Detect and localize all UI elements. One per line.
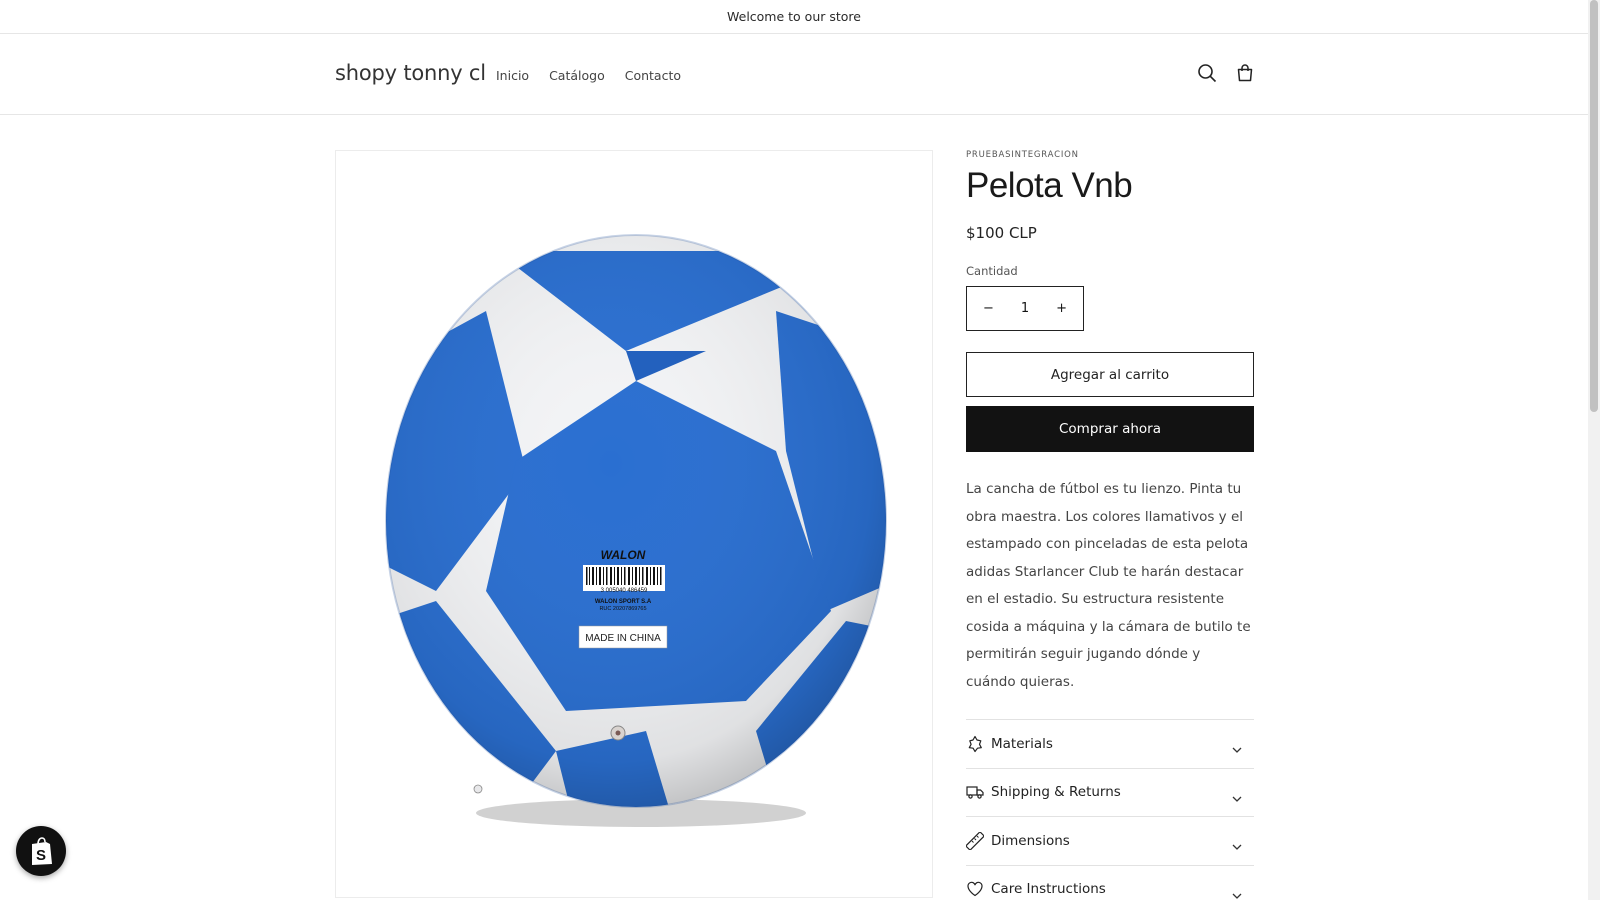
cart-icon[interactable] <box>1234 62 1256 84</box>
quantity-increase-button[interactable]: + <box>1056 301 1067 316</box>
buy-now-button[interactable]: Comprar ahora <box>966 406 1254 452</box>
store-logo[interactable]: shopy tonny cl <box>335 61 486 85</box>
shopify-bag-icon[interactable]: S <box>16 826 66 876</box>
accordion-materials[interactable]: Materials <box>966 720 1254 769</box>
accordion-care-instructions[interactable]: Care Instructions <box>966 866 1254 900</box>
add-to-cart-button[interactable]: Agregar al carrito <box>966 352 1254 397</box>
main-nav: Inicio Catálogo Contacto <box>496 68 701 83</box>
accordion-label: Shipping & Returns <box>991 784 1121 801</box>
accordion-label: Dimensions <box>991 832 1070 849</box>
ruler-icon <box>966 831 984 850</box>
accordion-shipping-returns[interactable]: Shipping & Returns <box>966 769 1254 817</box>
ball-brand-label: WALON <box>601 548 646 562</box>
quantity-stepper: − 1 + <box>966 286 1084 331</box>
product-price: $100 CLP <box>966 224 1037 242</box>
chevron-down-icon <box>1232 885 1242 900</box>
quantity-input[interactable]: 1 <box>1021 301 1029 316</box>
company-label: WALON SPORT S.A <box>595 599 652 605</box>
header-icons <box>1196 62 1256 84</box>
product-accordion: Materials Shipping & Returns Dimensions … <box>966 719 1254 900</box>
quantity-label: Cantidad <box>966 264 1018 278</box>
puzzle-icon <box>966 735 984 753</box>
made-in-label: MADE IN CHINA <box>585 633 661 644</box>
site-header: shopy tonny cl Inicio Catálogo Contacto <box>0 35 1588 115</box>
svg-text:S: S <box>36 847 46 864</box>
quantity-decrease-button[interactable]: − <box>983 301 994 316</box>
product-image-frame[interactable]: WALON 3 005040 486459 WALON SPORT S.A RU… <box>335 150 933 898</box>
nav-link-contacto[interactable]: Contacto <box>625 68 681 83</box>
ruc-label: RUC 20207869765 <box>599 606 646 612</box>
search-icon[interactable] <box>1196 62 1218 84</box>
barcode-number: 3 005040 486459 <box>601 588 648 594</box>
announcement-bar: Welcome to our store <box>0 0 1588 34</box>
heart-icon <box>966 880 984 898</box>
accordion-label: Care Instructions <box>991 881 1106 898</box>
nav-link-catalogo[interactable]: Catálogo <box>549 68 605 83</box>
accordion-dimensions[interactable]: Dimensions <box>966 817 1254 866</box>
product-info: PRUEBASINTEGRACION Pelota Vnb $100 CLP C… <box>966 150 1254 900</box>
product-ball-image: WALON 3 005040 486459 WALON SPORT S.A RU… <box>385 234 887 827</box>
chevron-down-icon <box>1232 788 1242 807</box>
accordion-label: Materials <box>991 735 1053 752</box>
nav-link-inicio[interactable]: Inicio <box>496 68 529 83</box>
announcement-text: Welcome to our store <box>727 9 861 24</box>
scrollbar-thumb[interactable] <box>1590 0 1598 412</box>
page-scrollbar[interactable] <box>1588 0 1600 900</box>
product-title: Pelota Vnb <box>966 166 1133 205</box>
chevron-down-icon <box>1232 836 1242 855</box>
truck-icon <box>966 783 984 801</box>
chevron-down-icon <box>1232 739 1242 758</box>
product-vendor: PRUEBASINTEGRACION <box>966 150 1079 160</box>
product-description: La cancha de fútbol es tu lienzo. Pinta … <box>966 481 1251 690</box>
